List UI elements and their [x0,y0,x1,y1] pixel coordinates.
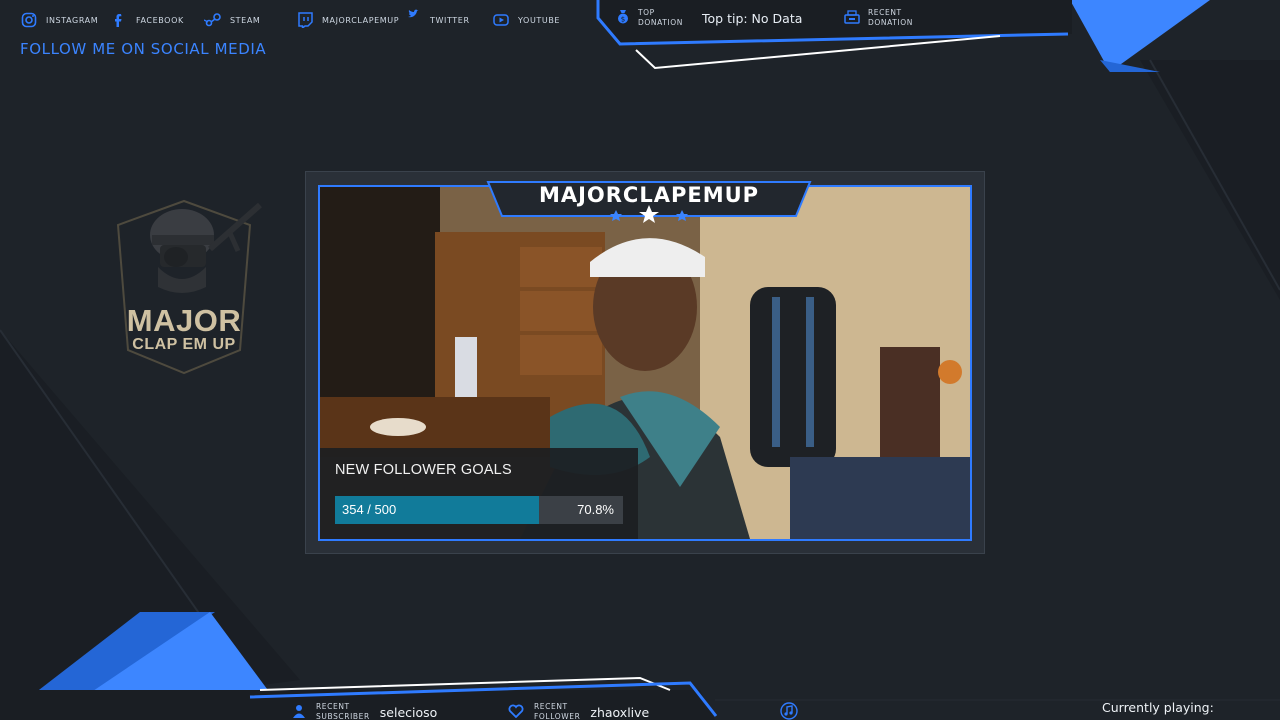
recent-donation: Recent Donation [844,8,913,28]
social-label-steam: Steam [230,15,261,25]
logo-text-clapemup: CLAP EM UP [132,336,236,353]
recent-donation-label-line1: Recent [868,8,902,17]
social-item-steam[interactable]: Steam [204,0,260,40]
channel-name-plate: MAJORCLAPEMUP [486,180,812,224]
recent-follower-label-line2: Follower [534,712,581,720]
steam-icon [204,11,222,29]
recent-follower-label: Recent Follower [534,702,580,720]
follow-title: FOLLOW ME ON SOCIAL MEDIA [20,40,267,58]
music-indicator [780,702,798,720]
bottom-bar: Recent Subscriber selecioso Recent Follo… [0,686,1280,720]
social-label-instagram: Instagram [46,15,99,25]
top-tip-text: Top tip: No Data [702,11,803,26]
recent-donation-label-line2: Donation [868,18,913,27]
top-donation: $ Top Donation [616,8,683,28]
top-donation-label-line1: Top [638,8,655,17]
recent-follower: Recent Follower zhaoxlive [508,702,649,720]
recent-subscriber: Recent Subscriber selecioso [292,702,437,720]
recent-follower-name: zhaoxlive [590,704,650,720]
follower-goal-progress-bar: 354 / 500 70.8% [335,496,623,524]
social-item-twitter[interactable]: Twitter [404,0,470,40]
channel-name: MAJORCLAPEMUP [538,183,760,207]
svg-text:$: $ [621,16,625,24]
social-label-youtube: Youtube [518,15,561,25]
twitter-icon [404,5,422,23]
top-donation-label-line2: Donation [638,18,683,27]
recent-follower-label-line1: Recent [534,702,568,711]
social-item-instagram[interactable]: Instagram [20,0,98,40]
youtube-icon [492,11,510,29]
donation-banner: $ Top Donation Top tip: No Data Recent D… [600,0,1070,44]
music-note-icon [780,702,798,720]
social-label-twitch: Majorclapemup [322,15,400,25]
now-playing-label: Currently playing: [1102,700,1214,715]
user-icon [292,703,306,720]
instagram-icon [20,11,38,29]
twitch-icon [296,11,314,29]
channel-logo: MAJOR CLAP EM UP [110,195,270,375]
logo-text-major: MAJOR [126,303,242,338]
social-item-facebook[interactable]: Facebook [110,0,184,40]
social-label-facebook: Facebook [136,15,184,25]
top-donation-label: Top Donation [638,8,683,28]
stream-overlay: Instagram Facebook Steam Majorclapemup T… [0,0,1280,720]
recent-donation-label: Recent Donation [868,8,913,28]
recent-subscriber-label-line1: Recent [316,702,350,711]
recent-subscriber-label: Recent Subscriber [316,702,370,720]
follower-goal-widget: NEW FOLLOWER GOALS 354 / 500 70.8% [320,448,638,539]
cash-register-icon [844,9,860,28]
recent-subscriber-label-line2: Subscriber [316,712,370,720]
social-label-twitter: Twitter [430,15,470,25]
recent-subscriber-name: selecioso [379,704,438,720]
social-item-twitch[interactable]: Majorclapemup [296,0,399,40]
follower-goal-percent: 70.8% [577,502,614,517]
money-bag-icon: $ [616,8,630,28]
heart-icon [508,703,524,720]
social-item-youtube[interactable]: Youtube [492,0,560,40]
follower-goal-title: NEW FOLLOWER GOALS [335,462,512,478]
follower-goal-count: 354 / 500 [342,502,397,517]
facebook-icon [110,11,128,29]
